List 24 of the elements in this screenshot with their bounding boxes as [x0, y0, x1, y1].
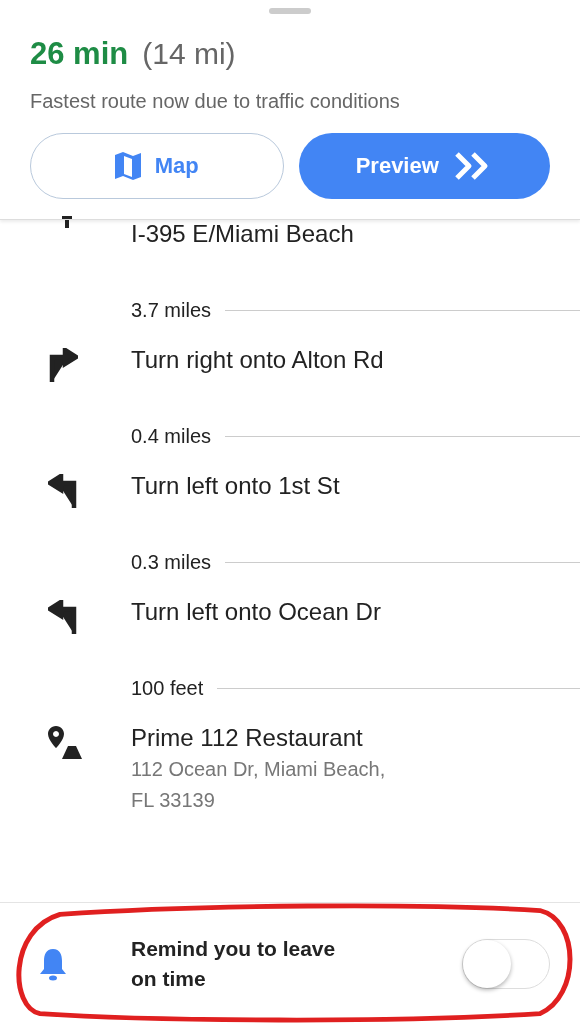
step-distance: 3.7 miles [131, 298, 212, 322]
trip-distance: (14 mi) [142, 37, 236, 71]
step-distance: 0.3 miles [131, 550, 212, 574]
turn-left-icon [48, 600, 78, 634]
destination-address: 112 Ocean Dr, Miami Beach, FL 33139 [131, 757, 386, 813]
trip-duration: 26 min [30, 36, 129, 72]
reminder-label: Remind you to leave on time [131, 935, 337, 992]
reminder-toggle[interactable] [462, 938, 550, 989]
route-note: Fastest route now due to traffic conditions [30, 90, 401, 113]
step-distance: 0.4 miles [131, 424, 212, 448]
step-instruction: Turn left onto Ocean Dr [131, 597, 381, 627]
step-instruction: Turn right onto Alton Rd [131, 345, 384, 375]
turn-left-icon [48, 474, 78, 508]
bell-icon [38, 946, 68, 981]
turn-right-icon [48, 348, 78, 382]
map-icon [114, 151, 141, 181]
step-instruction: Prime 112 Restaurant [131, 723, 364, 753]
map-button[interactable]: Map [30, 133, 284, 199]
preview-button[interactable]: Preview [298, 133, 550, 199]
destination-icon [48, 726, 82, 760]
drag-handle[interactable] [269, 8, 311, 14]
step-instruction: Turn left onto 1st St [131, 471, 340, 501]
step-distance: 100 feet [131, 676, 204, 700]
step-instruction: I-395 E/Miami Beach [131, 219, 354, 249]
